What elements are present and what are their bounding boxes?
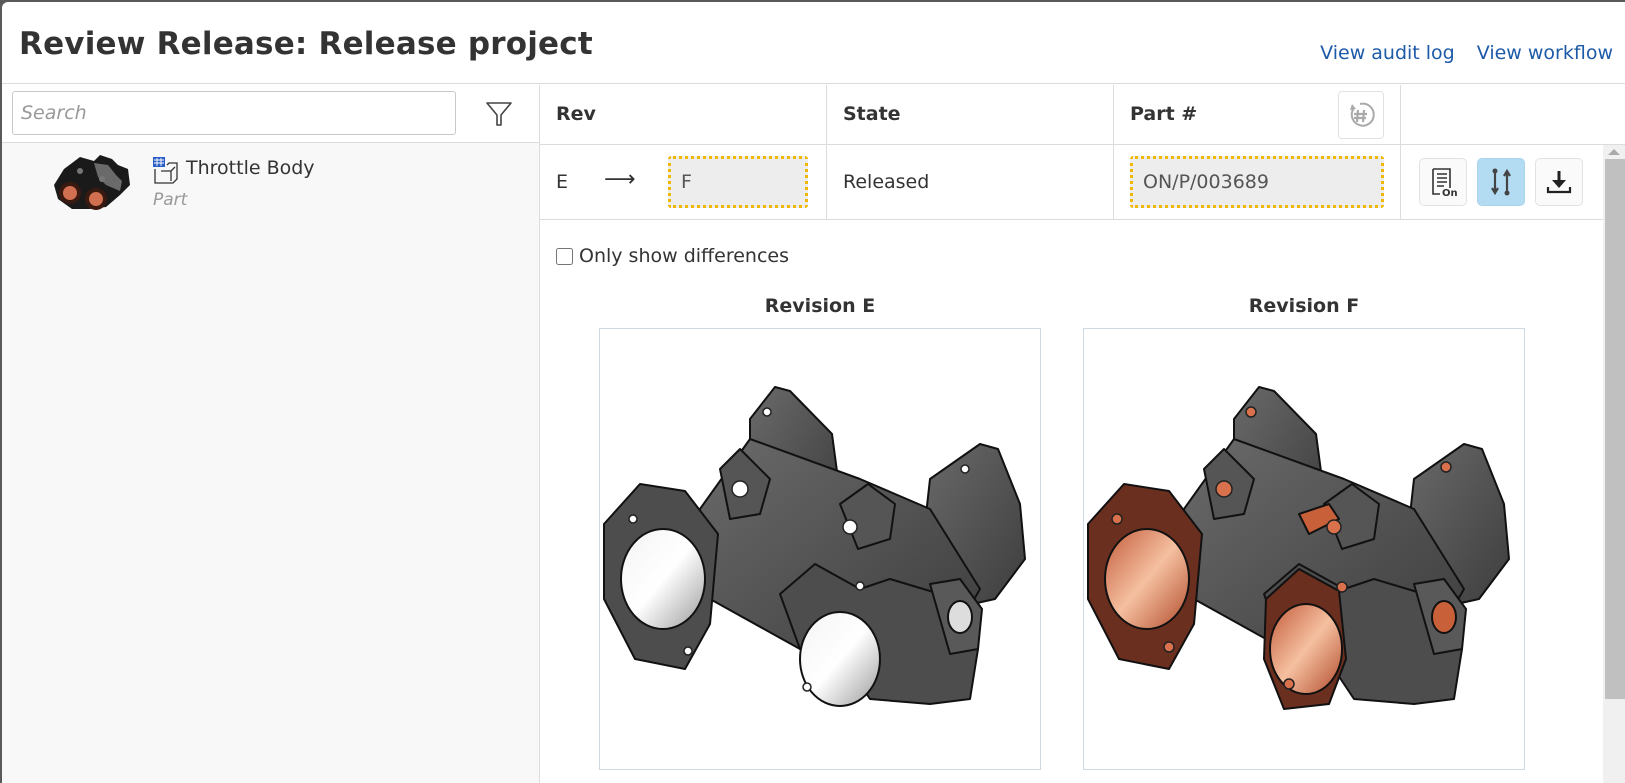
item-type: Part	[153, 190, 188, 210]
header-rev: Rev	[540, 85, 827, 144]
header-rev-label: Rev	[556, 103, 596, 125]
item-list-pane: Throttle Body Part	[2, 85, 540, 783]
view-audit-log-link[interactable]: View audit log	[1320, 42, 1455, 64]
review-release-dialog: Review Release: Release project View aud…	[2, 2, 1625, 783]
download-icon	[1546, 171, 1572, 194]
document-properties-icon: On	[1432, 168, 1458, 198]
cell-state: Released	[827, 145, 1114, 220]
part-thumbnail	[50, 151, 132, 213]
arrow-right-icon: ⟶	[604, 167, 636, 192]
download-button[interactable]	[1535, 158, 1583, 206]
only-show-differences-row: Only show differences	[556, 245, 789, 267]
svg-text:On: On	[1442, 188, 1458, 198]
header-state-label: State	[843, 103, 901, 125]
dialog-title: Review Release: Release project	[19, 26, 593, 62]
header-state: State	[827, 85, 1114, 144]
dialog-body: Throttle Body Part Rev State Part #	[2, 85, 1625, 783]
dialog-header: Review Release: Release project View aud…	[2, 2, 1625, 84]
cell-rev: E ⟶	[540, 145, 827, 220]
throttle-body-render-e	[603, 386, 1026, 707]
search-row	[2, 85, 539, 143]
part-number-input[interactable]	[1130, 156, 1384, 208]
list-item[interactable]: Throttle Body Part	[2, 145, 539, 217]
item-name: Throttle Body	[186, 157, 315, 179]
header-part-number-label: Part #	[1130, 103, 1198, 125]
scrollbar-thumb[interactable]	[1605, 159, 1625, 699]
header-links: View audit log View workflow	[1320, 42, 1613, 64]
table-row: E ⟶ Released On	[540, 145, 1625, 220]
part-studio-part-icon	[151, 155, 181, 185]
new-revision-input[interactable]	[668, 156, 808, 208]
cell-part-number	[1114, 145, 1401, 220]
only-show-differences-checkbox[interactable]	[556, 247, 573, 265]
properties-button[interactable]: On	[1419, 158, 1467, 206]
details-pane: Rev State Part # E ⟶ F Released ON/P/003…	[540, 85, 1625, 783]
rev-from: E	[556, 171, 569, 193]
vertical-scrollbar[interactable]	[1603, 145, 1625, 783]
throttle-body-render-f	[1087, 386, 1510, 710]
revision-e-preview	[599, 328, 1041, 770]
auto-part-number-icon	[1350, 102, 1375, 127]
table-header: Rev State Part #	[540, 85, 1625, 145]
filter-icon[interactable]	[484, 99, 514, 129]
search-input[interactable]	[12, 91, 456, 135]
header-actions	[1401, 85, 1601, 144]
auto-part-number-button[interactable]	[1338, 91, 1384, 139]
state-value: Released	[843, 171, 930, 193]
revision-f-title: Revision F	[1248, 295, 1360, 317]
compare-button[interactable]	[1477, 158, 1525, 206]
revision-e-title: Revision E	[764, 295, 876, 317]
only-show-differences-label[interactable]: Only show differences	[579, 245, 789, 267]
view-workflow-link[interactable]: View workflow	[1477, 42, 1613, 64]
header-part-number: Part #	[1114, 85, 1401, 144]
compare-icon	[1491, 168, 1511, 196]
cell-actions: On	[1401, 145, 1601, 220]
scroll-up-arrow-icon[interactable]	[1608, 149, 1620, 155]
revision-f-preview	[1083, 328, 1525, 770]
